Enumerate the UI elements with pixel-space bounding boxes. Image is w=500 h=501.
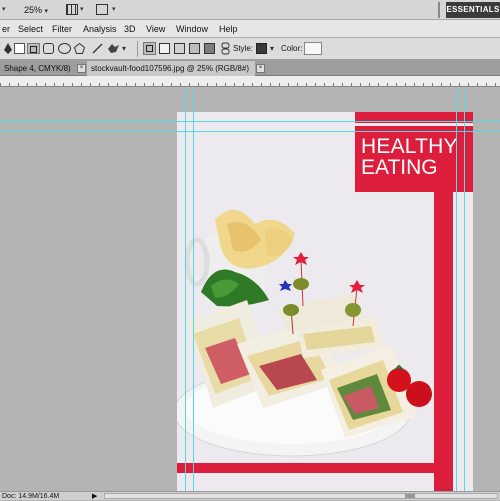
color-label: Color: (281, 44, 303, 53)
divider (137, 41, 138, 57)
options-bar: ▾ Style: ▾ Color: (0, 38, 500, 60)
headline-line-2: EATING (361, 156, 438, 179)
screen-mode-icon[interactable] (96, 4, 108, 15)
subtract-shape-area-icon[interactable] (174, 43, 185, 54)
add-to-shape-area-icon[interactable] (159, 43, 170, 54)
tab-stockvault-food[interactable]: stockvault-food107596.jpg @ 25% (RGB/8#) (87, 61, 255, 76)
rounded-rectangle-tool-icon[interactable] (43, 43, 54, 54)
ellipse-tool-icon[interactable] (58, 43, 71, 54)
document-tab-bar: Shape 4, CMYK/8) * × stockvault-food1075… (0, 60, 500, 88)
zoom-level-value: 25% (24, 5, 43, 15)
intersect-shape-area-icon[interactable] (189, 43, 200, 54)
paths-mode-icon[interactable] (14, 43, 25, 54)
bottom-red-band (177, 463, 434, 473)
line-tool-icon[interactable] (92, 43, 103, 54)
color-swatch[interactable] (304, 42, 322, 55)
menu-select[interactable]: Select (18, 20, 43, 38)
close-icon[interactable]: × (77, 64, 86, 73)
menu-bar: er Select Filter Analysis 3D View Window… (0, 20, 500, 38)
dropdown-arrow-icon[interactable]: ▾ (2, 3, 6, 17)
horizontal-guide[interactable] (0, 131, 500, 132)
new-shape-layer-icon[interactable] (143, 42, 156, 55)
document-canvas[interactable]: HEALTHY EATING (177, 112, 473, 492)
horizontal-scrollbar[interactable] (104, 493, 498, 499)
vertical-guide[interactable] (185, 87, 186, 491)
chevron-down-icon[interactable]: ▾ (122, 43, 126, 55)
scrollbar-thumb[interactable] (405, 494, 415, 498)
chevron-down-icon: ▾ (44, 8, 49, 15)
exclude-shape-area-icon[interactable] (204, 43, 215, 54)
menu-layer[interactable]: er (2, 20, 10, 38)
menu-3d[interactable]: 3D (124, 20, 136, 38)
menu-filter[interactable]: Filter (52, 20, 72, 38)
workspace-essentials-button[interactable]: ESSENTIALS (446, 2, 500, 18)
tab-shape-4[interactable]: Shape 4, CMYK/8) * (0, 61, 78, 88)
chevron-down-icon[interactable]: ▾ (80, 3, 84, 17)
chevron-down-icon[interactable]: ▾ (112, 3, 116, 17)
workspace-divider (438, 2, 440, 18)
arrange-documents-icon[interactable] (66, 4, 78, 15)
style-swatch[interactable] (256, 43, 267, 54)
close-icon[interactable]: × (256, 64, 265, 73)
chevron-down-icon[interactable]: ▾ (270, 43, 274, 55)
zoom-level-dropdown[interactable]: 25% ▾ (24, 3, 48, 17)
style-label: Style: (233, 44, 254, 53)
polygon-tool-icon[interactable] (74, 43, 85, 54)
horizontal-guide[interactable] (0, 121, 500, 122)
rectangle-tool-icon[interactable] (27, 43, 40, 54)
status-bar: Doc: 14.9M/16.4M ▶ (0, 491, 500, 500)
tab-label: stockvault-food107596.jpg @ 25% (RGB/8#) (91, 64, 249, 73)
link-icon[interactable] (221, 42, 230, 55)
headline-line-1: HEALTHY (361, 135, 458, 158)
menu-analysis[interactable]: Analysis (83, 20, 117, 38)
application-bar: ▾ 25% ▾ ▾ ▾ ESSENTIALS (0, 0, 500, 20)
menu-window[interactable]: Window (176, 20, 208, 38)
vertical-guide[interactable] (193, 87, 194, 491)
horizontal-ruler[interactable] (0, 76, 500, 87)
vertical-red-stripe (434, 192, 453, 492)
pen-icon[interactable] (2, 42, 14, 55)
vertical-guide[interactable] (456, 87, 457, 491)
menu-view[interactable]: View (146, 20, 165, 38)
vertical-guide[interactable] (464, 87, 465, 491)
custom-shape-tool-icon[interactable] (106, 43, 120, 54)
menu-help[interactable]: Help (219, 20, 238, 38)
